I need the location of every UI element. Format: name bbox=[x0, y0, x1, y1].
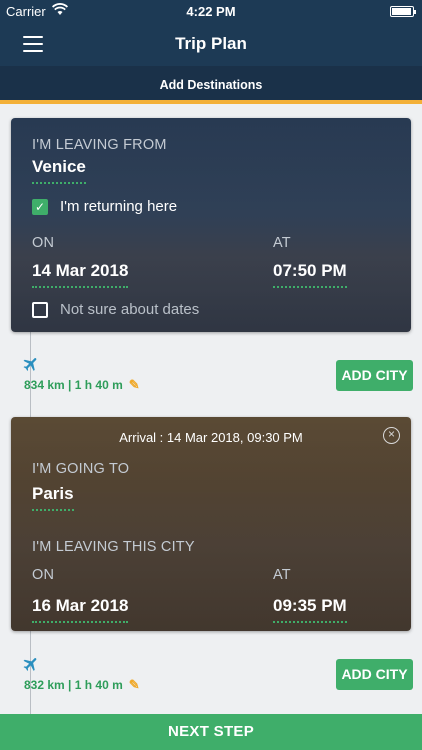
plane-icon bbox=[23, 658, 37, 671]
destination-date-field[interactable]: 16 Mar 2018 bbox=[32, 596, 129, 623]
next-step-button[interactable]: NEXT STEP bbox=[0, 714, 422, 750]
on-label: ON bbox=[32, 567, 55, 583]
leg2-distance-text: 832 km | 1 h 40 m bbox=[24, 678, 123, 692]
origin-card: I'M LEAVING FROM Venice ✓ I'm returning … bbox=[11, 118, 411, 332]
section-header: Add Destinations bbox=[0, 66, 422, 104]
status-bar: Carrier 4:22 PM bbox=[0, 0, 422, 22]
at-label: AT bbox=[273, 567, 291, 583]
pencil-icon[interactable]: ✎ bbox=[129, 377, 140, 393]
leaving-city-label: I'M LEAVING THIS CITY bbox=[32, 539, 195, 555]
battery-icon bbox=[390, 6, 416, 17]
plane-icon bbox=[23, 358, 37, 371]
going-to-label: I'M GOING TO bbox=[32, 461, 130, 477]
leaving-from-label: I'M LEAVING FROM bbox=[32, 137, 167, 153]
section-title: Add Destinations bbox=[159, 78, 263, 92]
destination-city-field[interactable]: Paris bbox=[32, 484, 74, 511]
clock: 4:22 PM bbox=[186, 4, 236, 19]
menu-icon[interactable] bbox=[23, 36, 43, 52]
add-city-button[interactable]: ADD CITY bbox=[336, 659, 413, 690]
origin-date-field[interactable]: 14 Mar 2018 bbox=[32, 261, 129, 288]
add-city-button[interactable]: ADD CITY bbox=[336, 360, 413, 391]
destination-time-field[interactable]: 09:35 PM bbox=[273, 596, 347, 623]
leg2-distance: 832 km | 1 h 40 m ✎ bbox=[24, 677, 140, 693]
returning-row[interactable]: ✓ I'm returning here bbox=[32, 198, 177, 215]
on-label: ON bbox=[32, 235, 55, 251]
returning-label: I'm returning here bbox=[60, 198, 178, 215]
origin-city-field[interactable]: Venice bbox=[32, 157, 86, 184]
leg1-distance: 834 km | 1 h 40 m ✎ bbox=[24, 377, 140, 393]
check-icon[interactable]: ✓ bbox=[32, 198, 48, 215]
not-sure-row[interactable]: Not sure about dates bbox=[32, 301, 199, 318]
leg1-distance-text: 834 km | 1 h 40 m bbox=[24, 378, 123, 392]
at-label: AT bbox=[273, 235, 291, 251]
origin-time-field[interactable]: 07:50 PM bbox=[273, 261, 347, 288]
nav-bar: Trip Plan bbox=[0, 22, 422, 66]
not-sure-label: Not sure about dates bbox=[60, 301, 200, 318]
pencil-icon[interactable]: ✎ bbox=[129, 677, 140, 693]
close-icon[interactable]: × bbox=[383, 427, 400, 444]
page-title: Trip Plan bbox=[175, 34, 247, 53]
checkbox-icon[interactable] bbox=[32, 301, 48, 318]
destination-card: Arrival : 14 Mar 2018, 09:30 PM × I'M GO… bbox=[11, 417, 411, 631]
arrival-info: Arrival : 14 Mar 2018, 09:30 PM bbox=[119, 430, 303, 445]
